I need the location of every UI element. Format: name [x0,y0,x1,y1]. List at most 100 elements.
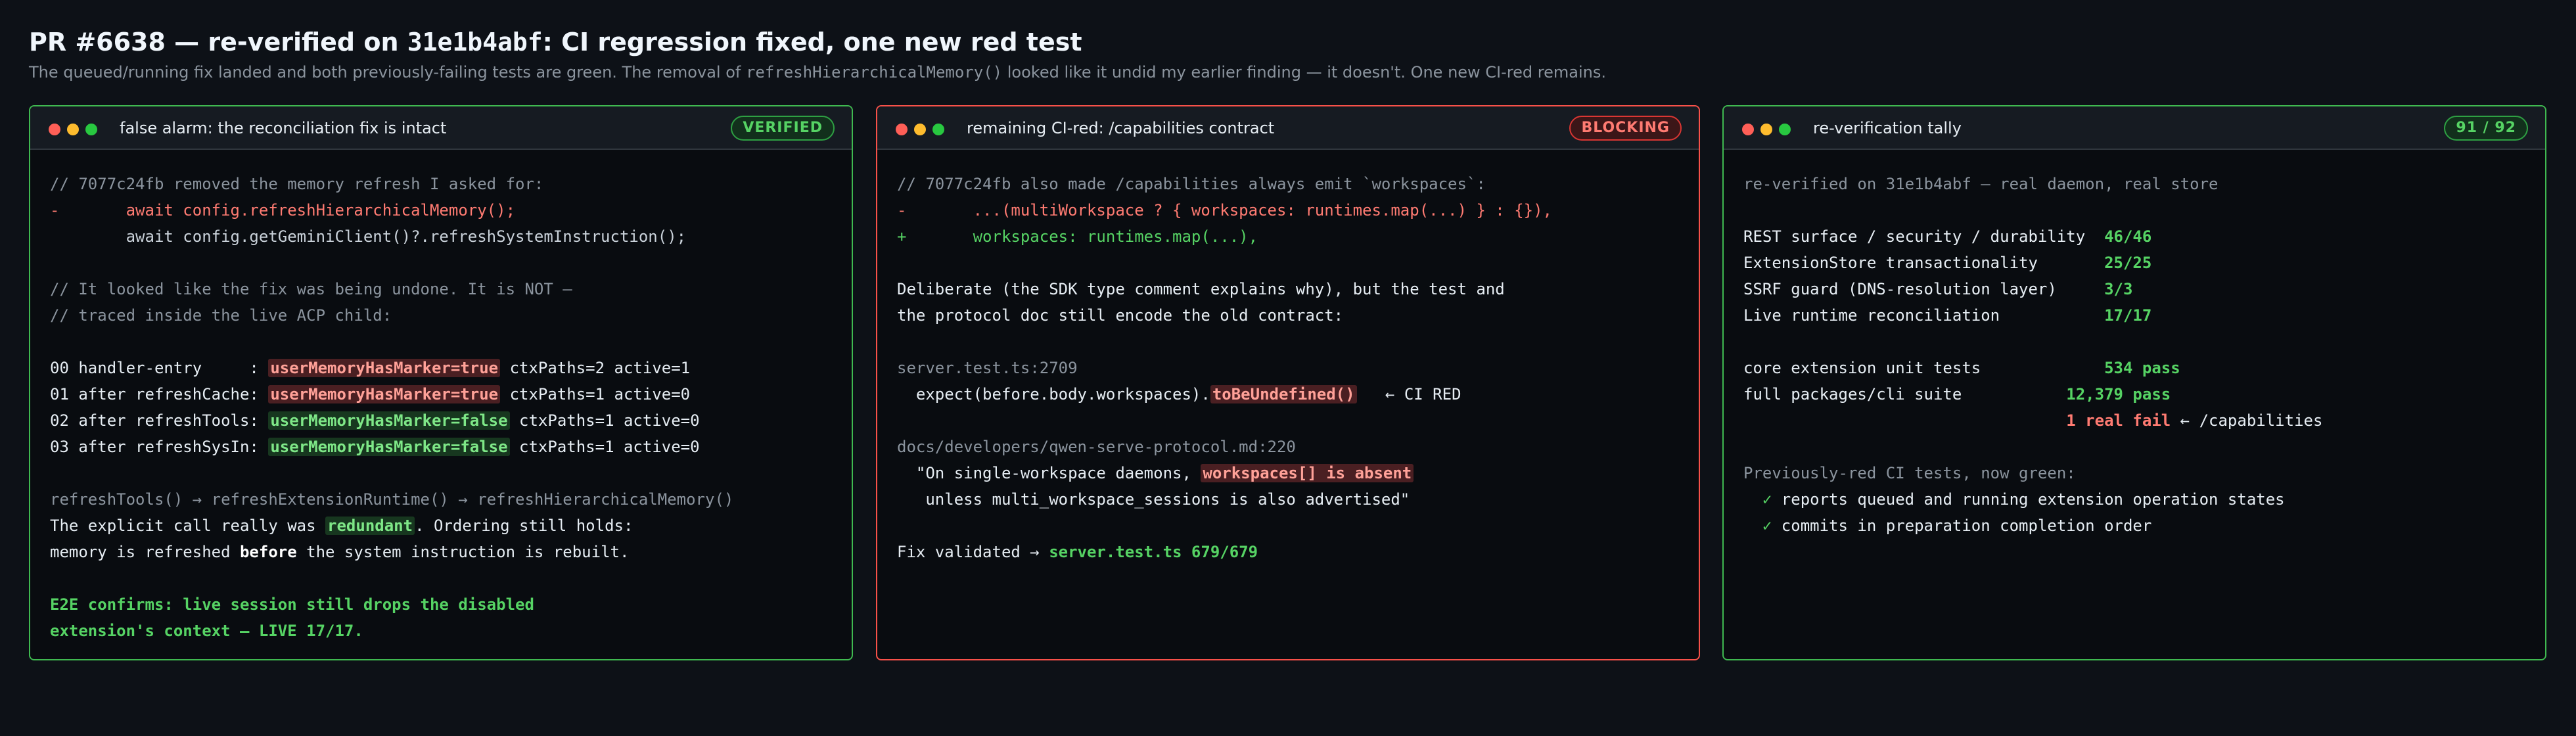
status-badge: VERIFIED [731,116,835,141]
tally-row: SSRF guard (DNS-resolution layer) 3/3 [1743,276,2532,302]
ci-red-marker: ← CI RED [1356,385,1461,403]
trace-line: 02 after refreshTools: userMemoryHasMark… [50,407,839,434]
code-line: // It looked like the fix was being undo… [50,280,572,298]
trace-label: 00 handler-entry : [50,359,269,377]
e2e-confirmation-line: E2E confirms: live session still drops t… [50,595,534,614]
explanation-line: the protocol doc still encode the old co… [897,306,1344,325]
before-emphasis: before [239,543,297,561]
window-close-dot[interactable] [1742,124,1754,135]
call-chain-line: refreshTools() → refreshExtensionRuntime… [50,490,734,509]
explanation-text: The explicit call really was [50,517,326,535]
code-line: await config.getGeminiClient()?.refreshS… [50,227,687,246]
trace-detail: ctxPaths=1 active=0 [500,385,691,403]
tally-label: full packages/cli suite [1743,385,2067,403]
trace-detail: ctxPaths=2 active=1 [500,359,691,377]
page-subtitle: The queued/running fix landed and both p… [29,62,2547,83]
diff-removed-line: - ...(multiWorkspace ? { workspaces: run… [897,201,1552,219]
doc-quote-highlight: workspaces[] is absent [1201,464,1414,482]
trace-line: 03 after refreshSysIn: userMemoryHasMark… [50,434,839,460]
tally-label: ExtensionStore transactionality [1743,254,2105,272]
code-line: // 7077c24fb removed the memory refresh … [50,175,544,193]
tally-fail-value: 1 real fail [2066,411,2171,430]
window-maximize-dot[interactable] [932,124,944,135]
tally-label: Live runtime reconciliation [1743,306,2105,325]
trace-line: 01 after refreshCache: userMemoryHasMark… [50,381,839,407]
trace-label: 01 after refreshCache: [50,385,269,403]
doc-quote-line: "On single-workspace daemons, workspaces… [897,460,1686,486]
doc-quote-line: unless multi_workspace_sessions is also … [897,490,1410,509]
tally-value: 3/3 [2104,280,2133,298]
list-item: ✓ commits in preparation completion orde… [1743,513,2532,539]
tally-value: 46/46 [2104,227,2152,246]
subtitle-suffix: looked like it undid my earlier finding … [1002,63,1606,81]
tally-value: 17/17 [2104,306,2152,325]
previously-red-heading: Previously-red CI tests, now green: [1743,464,2076,482]
window-minimize-dot[interactable] [1760,124,1772,135]
tally-row: full packages/cli suite 12,379 pass [1743,381,2532,407]
tally-label: REST surface / security / durability [1743,227,2105,246]
tally-intro: re-verified on 31e1b4abf — real daemon, … [1743,175,2219,193]
window-close-dot[interactable] [896,124,908,135]
explanation-text: . Ordering still holds: [415,517,633,535]
panel-titlebar: remaining CI-red: /capabilities contract… [877,106,1699,150]
list-item-label: reports queued and running extension ope… [1772,490,2285,509]
explanation-text: memory is refreshed [50,543,240,561]
code-line: // traced inside the live ACP child: [50,306,392,325]
tally-panel: re-verification tally 91 / 92 re-verifie… [1722,105,2546,660]
list-item-label: commits in preparation completion order [1772,517,2152,535]
diff-removed-line: - await config.refreshHierarchicalMemory… [50,201,516,219]
check-icon: ✓ [1762,517,1772,535]
capabilities-panel: remaining CI-red: /capabilities contract… [876,105,1700,660]
trace-label: 02 after refreshTools: [50,411,269,430]
explanation-line: The explicit call really was redundant. … [50,513,839,539]
code-line: // 7077c24fb also made /capabilities alw… [897,175,1486,193]
window-close-dot[interactable] [49,124,60,135]
window-maximize-dot[interactable] [85,124,97,135]
status-badge: BLOCKING [1569,116,1682,141]
tally-value: 12,379 pass [2066,385,2171,403]
tally-value: 25/25 [2104,254,2152,272]
panel-title: false alarm: the reconciliation fix is i… [120,119,447,137]
tally-row: REST surface / security / durability 46/… [1743,223,2532,250]
trace-detail: ctxPaths=1 active=0 [509,411,700,430]
trace-marker: userMemoryHasMarker=true [268,359,501,377]
status-badge: 91 / 92 [2444,116,2528,141]
subtitle-prefix: The queued/running fix landed and both p… [29,63,746,81]
tally-row: core extension unit tests 534 pass [1743,355,2532,381]
tally-row: 1 real fail ← /capabilities [1743,407,2532,434]
tally-value: 534 pass [2104,359,2180,377]
tally-spacer [1743,411,2066,430]
assertion-matcher: toBeUndefined() [1210,385,1357,403]
panel-titlebar: false alarm: the reconciliation fix is i… [30,106,852,150]
page-title: PR #6638 — re-verified on 31e1b4abf: CI … [29,26,2547,58]
file-reference: docs/developers/qwen-serve-protocol.md:2… [897,438,1296,456]
trace-marker: userMemoryHasMarker=false [268,411,510,430]
trace-marker: userMemoryHasMarker=false [268,438,510,456]
fix-validated-line: Fix validated → server.test.ts 679/679 [897,539,1686,565]
explanation-text: the system instruction is rebuilt. [296,543,630,561]
panel-titlebar: re-verification tally 91 / 92 [1724,106,2545,150]
window-minimize-dot[interactable] [67,124,79,135]
trace-detail: ctxPaths=1 active=0 [509,438,700,456]
title-suffix: : CI regression fixed, one new red test [542,28,1082,57]
page-header: PR #6638 — re-verified on 31e1b4abf: CI … [29,26,2547,83]
panel-body: // 7077c24fb removed the memory refresh … [50,171,839,644]
panel-title: re-verification tally [1813,119,1962,137]
window-maximize-dot[interactable] [1779,124,1791,135]
reconciliation-panel: false alarm: the reconciliation fix is i… [29,105,853,660]
panel-body: re-verified on 31e1b4abf — real daemon, … [1743,171,2532,539]
redundant-highlight: redundant [325,517,415,535]
assertion-code: expect(before.body.workspaces). [897,385,1210,403]
list-item: ✓ reports queued and running extension o… [1743,486,2532,513]
explanation-line: memory is refreshed before the system in… [50,539,839,565]
panel-body: // 7077c24fb also made /capabilities alw… [897,171,1686,565]
window-minimize-dot[interactable] [914,124,926,135]
